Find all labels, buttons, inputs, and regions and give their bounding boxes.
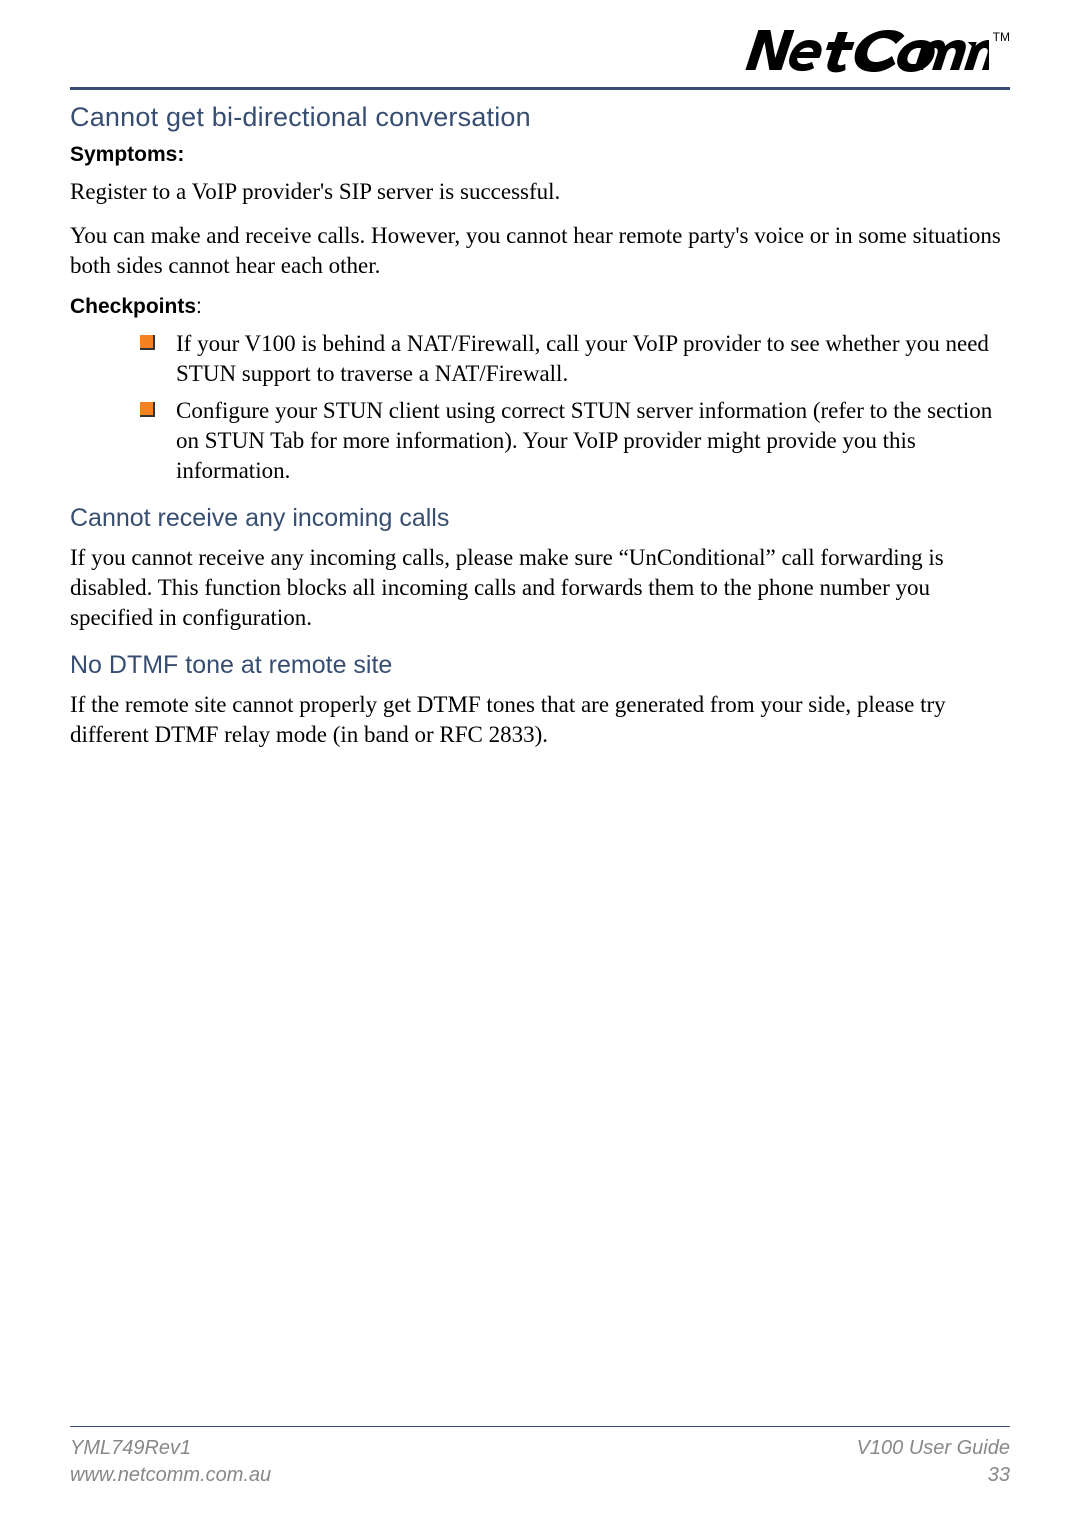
checkpoints-label-text: Checkpoints — [70, 295, 196, 318]
footer-guide-title: V100 User Guide — [857, 1435, 1010, 1462]
list-item: Configure your STUN client using correct… — [140, 396, 1010, 486]
checkpoints-colon: : — [196, 295, 202, 318]
dtmf-body: If the remote site cannot properly get D… — [70, 690, 1010, 750]
symptoms-label: Symptoms: — [70, 143, 1010, 167]
page: TM Cannot get bi-directional conversatio… — [0, 0, 1080, 1529]
checkpoints-list: If your V100 is behind a NAT/Firewall, c… — [70, 329, 1010, 486]
section-heading-incoming: Cannot receive any incoming calls — [70, 504, 1010, 533]
footer-doc-rev: YML749Rev1 — [70, 1435, 271, 1462]
symptom-text-1: Register to a VoIP provider's SIP server… — [70, 177, 1010, 207]
page-header: TM — [70, 28, 1010, 90]
list-item-text: Configure your STUN client using correct… — [176, 398, 992, 483]
symptom-text-2: You can make and receive calls. However,… — [70, 221, 1010, 281]
square-bullet-icon — [140, 402, 155, 417]
brand-logo: TM — [743, 22, 1010, 78]
trademark-symbol: TM — [993, 30, 1010, 44]
checkpoints-label: Checkpoints: — [70, 295, 1010, 319]
footer-page-number: 33 — [857, 1462, 1010, 1489]
list-item-text: If your V100 is behind a NAT/Firewall, c… — [176, 331, 989, 386]
footer-right: V100 User Guide 33 — [857, 1435, 1010, 1489]
page-footer: YML749Rev1 www.netcomm.com.au V100 User … — [70, 1426, 1010, 1489]
footer-url: www.netcomm.com.au — [70, 1462, 271, 1489]
section-heading-dtmf: No DTMF tone at remote site — [70, 651, 1010, 680]
section-heading-bidirectional: Cannot get bi-directional conversation — [70, 102, 1010, 133]
footer-left: YML749Rev1 www.netcomm.com.au — [70, 1435, 271, 1489]
incoming-body: If you cannot receive any incoming calls… — [70, 543, 1010, 633]
list-item: If your V100 is behind a NAT/Firewall, c… — [140, 329, 1010, 389]
square-bullet-icon — [140, 335, 155, 350]
netcomm-logo-icon — [743, 22, 989, 78]
